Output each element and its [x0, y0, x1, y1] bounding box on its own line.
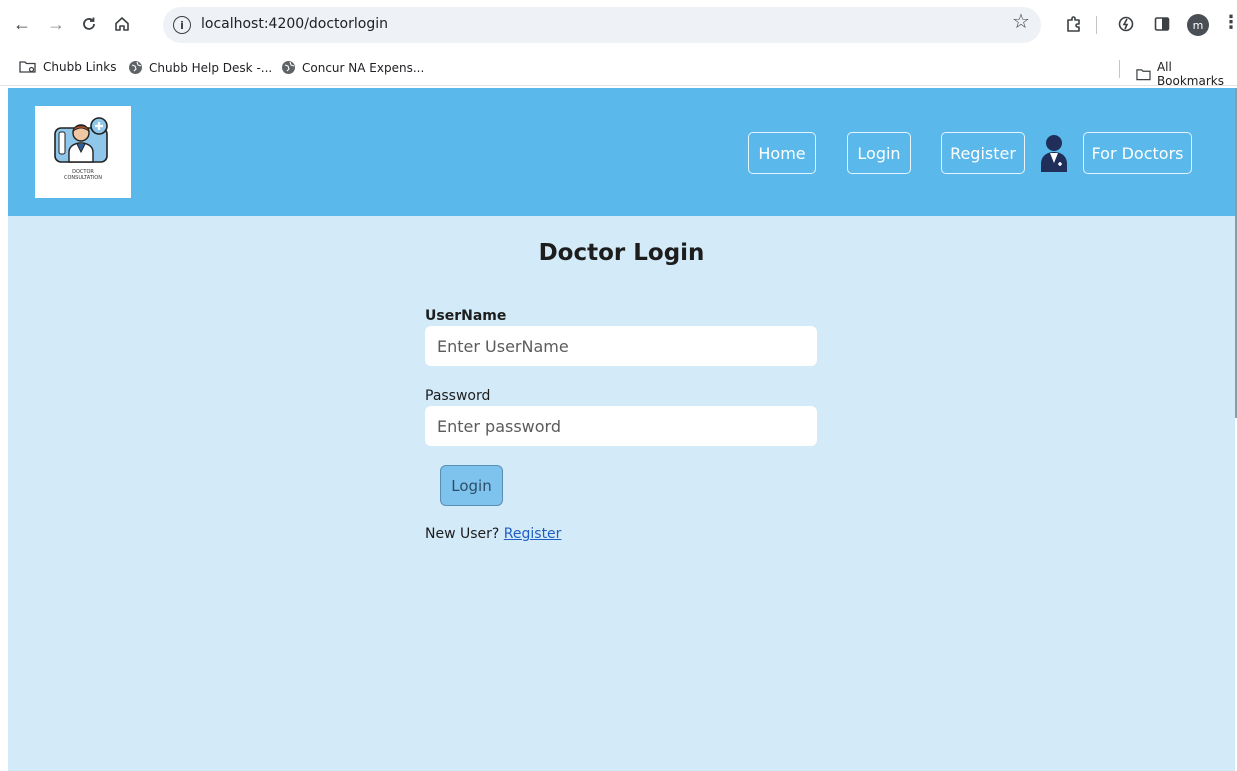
- password-label: Password: [425, 388, 491, 404]
- nav-register[interactable]: Register: [941, 132, 1025, 174]
- bookmark-star-icon[interactable]: ☆: [1012, 12, 1030, 32]
- new-user-prompt: New User? Register: [425, 526, 561, 542]
- nav-for-doctors[interactable]: For Doctors: [1083, 132, 1192, 174]
- page: DOCTOR CONSULTATION Home Login Register …: [8, 88, 1235, 771]
- all-bookmarks[interactable]: All Bookmarks: [1136, 60, 1237, 88]
- bookmarks-bar: Chubb Links Chubb Help Desk -... Concur …: [0, 52, 1237, 88]
- toolbar-divider: [1096, 16, 1097, 34]
- username-label: UserName: [425, 308, 507, 324]
- site-header: DOCTOR CONSULTATION Home Login Register …: [8, 88, 1235, 216]
- new-user-text: New User?: [425, 526, 500, 542]
- folder-gear-icon: [19, 61, 36, 73]
- all-bookmarks-label: All Bookmarks: [1156, 60, 1224, 88]
- browser-toolbar: ← → i localhost:4200/doctorlogin ☆ m ⋮: [0, 0, 1237, 52]
- bookmark-concur[interactable]: Concur NA Expens...: [281, 60, 424, 75]
- globe-icon: [282, 61, 295, 74]
- bookmark-label: Chubb Links: [43, 60, 117, 74]
- home-icon[interactable]: [110, 12, 134, 36]
- register-link[interactable]: Register: [504, 526, 562, 542]
- bookmark-chubb-links[interactable]: Chubb Links: [19, 60, 116, 74]
- bookmark-chubb-help-desk[interactable]: Chubb Help Desk -...: [128, 60, 272, 75]
- login-submit-button[interactable]: Login: [440, 465, 503, 506]
- logo-caption: DOCTOR CONSULTATION: [63, 169, 102, 181]
- nav-home[interactable]: Home: [748, 132, 816, 174]
- forward-arrow-icon[interactable]: →: [44, 12, 68, 36]
- address-bar[interactable]: i localhost:4200/doctorlogin: [163, 7, 1041, 43]
- doctor-avatar-icon[interactable]: [1040, 134, 1068, 172]
- url-text[interactable]: localhost:4200/doctorlogin: [201, 16, 388, 32]
- bookmark-label: Chubb Help Desk -...: [149, 60, 273, 75]
- extensions-icon[interactable]: [1062, 12, 1086, 36]
- page-title: Doctor Login: [538, 240, 705, 266]
- back-arrow-icon[interactable]: ←: [10, 12, 34, 36]
- folder-icon: [1136, 68, 1151, 80]
- side-panel-icon[interactable]: [1150, 12, 1174, 36]
- performance-icon[interactable]: [1114, 12, 1138, 36]
- site-info-icon[interactable]: i: [173, 16, 191, 34]
- bookmarks-divider: [1119, 60, 1120, 78]
- bookmark-label: Concur NA Expens...: [302, 60, 425, 75]
- reload-icon[interactable]: [77, 12, 101, 36]
- globe-icon: [129, 61, 142, 74]
- password-input[interactable]: [425, 406, 817, 446]
- username-input[interactable]: [425, 326, 817, 366]
- doctor-consultation-logo-icon: [54, 117, 108, 163]
- nav-login[interactable]: Login: [847, 132, 911, 174]
- site-logo[interactable]: DOCTOR CONSULTATION: [35, 106, 131, 198]
- profile-avatar[interactable]: m: [1187, 14, 1209, 36]
- browser-menu-icon[interactable]: ⋮: [1222, 13, 1237, 31]
